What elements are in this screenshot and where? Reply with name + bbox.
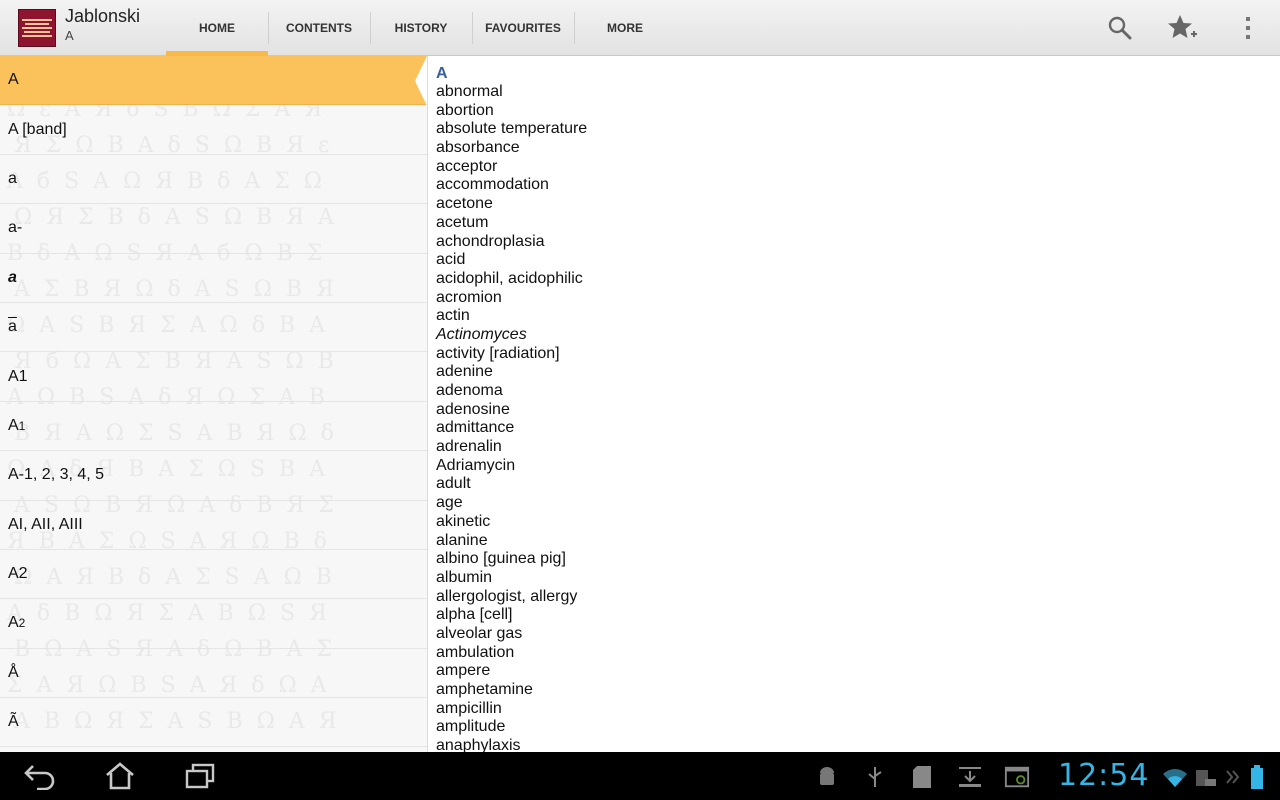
tab-bar: HOME CONTENTS HISTORY FAVOURITES MORE xyxy=(166,0,676,56)
entry-link[interactable]: adrenalin xyxy=(436,438,1280,457)
entry-link[interactable]: age xyxy=(436,494,1280,513)
list-item[interactable]: a xyxy=(0,303,427,353)
entry-link[interactable]: Actinomyces xyxy=(436,326,1280,345)
entry-link[interactable]: adenosine xyxy=(436,401,1280,420)
tab-home[interactable]: HOME xyxy=(166,0,268,56)
entry-link[interactable]: abnormal xyxy=(436,83,1280,102)
entry-link[interactable]: alpha [cell] xyxy=(436,606,1280,625)
entry-link[interactable]: albino [guinea pig] xyxy=(436,550,1280,569)
index-letter: A xyxy=(436,65,448,82)
entry-link[interactable]: acromion xyxy=(436,289,1280,308)
list-item[interactable]: Ã xyxy=(0,698,427,748)
list-item[interactable]: A-1, 2, 3, 4, 5 xyxy=(0,451,427,501)
entry-link[interactable]: accommodation xyxy=(436,176,1280,195)
entry-link[interactable]: abortion xyxy=(436,102,1280,121)
tab-more[interactable]: MORE xyxy=(574,0,676,56)
entry-content: A abnormal abortion absolute temperature ab… xyxy=(427,56,1280,752)
app-subtitle: A xyxy=(65,28,74,43)
list-item[interactable]: a xyxy=(0,254,427,303)
entry-link[interactable]: acceptor xyxy=(436,158,1280,177)
entry-link[interactable]: acetone xyxy=(436,195,1280,214)
list-item[interactable]: A xyxy=(0,56,427,106)
entry-link[interactable]: alanine xyxy=(436,532,1280,551)
entry-link[interactable]: actin xyxy=(436,307,1280,326)
entry-link[interactable]: allergologist, allergy xyxy=(436,588,1280,607)
entry-link[interactable]: ampere xyxy=(436,662,1280,681)
entry-link[interactable]: anaphylaxis xyxy=(436,737,1280,752)
list-item[interactable]: A1 xyxy=(0,352,427,402)
usb-icon[interactable] xyxy=(862,764,888,790)
recent-apps-icon[interactable] xyxy=(178,760,222,792)
entry-link[interactable]: Adriamycin xyxy=(436,457,1280,476)
entry-link[interactable]: ampicillin xyxy=(436,700,1280,719)
entry-link[interactable]: admittance xyxy=(436,419,1280,438)
clock[interactable]: 12:54 xyxy=(1058,758,1149,793)
entry-link[interactable]: activity [radiation] xyxy=(436,345,1280,364)
chevron-right-icon[interactable] xyxy=(1220,764,1246,790)
battery-icon xyxy=(1244,764,1270,790)
entry-link[interactable]: achondroplasia xyxy=(436,233,1280,252)
entry-link[interactable]: acid xyxy=(436,251,1280,270)
back-icon[interactable] xyxy=(18,760,62,792)
entry-link[interactable]: akinetic xyxy=(436,513,1280,532)
sd-card-icon[interactable] xyxy=(909,764,935,790)
jablonski-book-icon[interactable] xyxy=(18,9,56,47)
screenshot-icon[interactable] xyxy=(1004,764,1030,790)
entry-link[interactable]: absolute temperature xyxy=(436,120,1280,139)
entry-link[interactable]: acidophil, acidophilic xyxy=(436,270,1280,289)
entry-link[interactable]: alveolar gas xyxy=(436,625,1280,644)
list-item[interactable]: a- xyxy=(0,204,427,254)
selection-pointer xyxy=(415,56,427,106)
tab-history[interactable]: HISTORY xyxy=(370,0,472,56)
entry-link[interactable]: adenine xyxy=(436,363,1280,382)
entry-link[interactable]: albumin xyxy=(436,569,1280,588)
entry-link[interactable]: acetum xyxy=(436,214,1280,233)
star-add-icon[interactable] xyxy=(1166,12,1198,44)
entry-link[interactable]: amplitude xyxy=(436,718,1280,737)
list-item[interactable]: Å xyxy=(0,649,427,699)
download-icon[interactable] xyxy=(957,764,983,790)
entry-list: abnormal abortion absolute temperature abso… xyxy=(436,83,1280,752)
entry-link[interactable]: adult xyxy=(436,475,1280,494)
entry-link[interactable]: amphetamine xyxy=(436,681,1280,700)
overflow-menu-icon[interactable] xyxy=(1232,12,1264,44)
list-item[interactable]: a xyxy=(0,155,427,205)
action-bar: Jablonski A HOME CONTENTS HISTORY FAVOUR… xyxy=(0,0,1280,56)
list-item[interactable]: A2 xyxy=(0,599,427,649)
tab-favourites[interactable]: FAVOURITES xyxy=(472,0,574,56)
list-item[interactable]: AI, AII, AIII xyxy=(0,501,427,550)
list-item[interactable]: A [band] xyxy=(0,105,427,155)
keyboard-icon[interactable] xyxy=(1192,764,1218,790)
tab-contents[interactable]: CONTENTS xyxy=(268,0,370,56)
android-debug-icon[interactable] xyxy=(814,764,840,790)
home-icon[interactable] xyxy=(98,760,142,792)
entry-link[interactable]: ambulation xyxy=(436,644,1280,663)
search-icon[interactable] xyxy=(1104,12,1136,44)
word-list[interactable]: A δ B S Ω Я A б Σ B Ω ε A Я δ S B Ω Σ A … xyxy=(0,56,427,752)
wifi-icon[interactable] xyxy=(1162,764,1188,790)
entry-link[interactable]: adenoma xyxy=(436,382,1280,401)
entry-link[interactable]: absorbance xyxy=(436,139,1280,158)
list-item[interactable]: A2 xyxy=(0,550,427,600)
list-item[interactable]: A1 xyxy=(0,402,427,452)
system-bar: 12:54 xyxy=(0,752,1280,800)
app-title: Jablonski xyxy=(65,6,141,26)
